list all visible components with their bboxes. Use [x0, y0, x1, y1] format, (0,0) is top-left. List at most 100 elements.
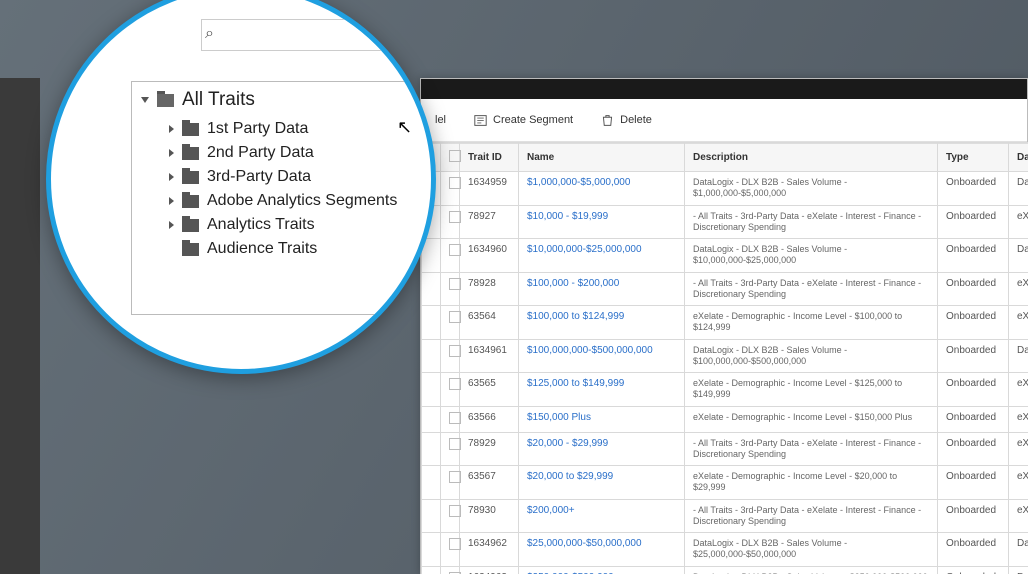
- cell-data-source: DataLogi: [1009, 567, 1028, 574]
- cell-trait-id: 63566: [460, 407, 518, 432]
- table-row[interactable]: 63566$150,000 PluseXelate - Demographic …: [422, 407, 1028, 432]
- row-checkbox[interactable]: [441, 206, 459, 239]
- table-row[interactable]: 63567$20,000 to $29,999eXelate - Demogra…: [422, 466, 1028, 499]
- search-input[interactable]: [201, 19, 403, 51]
- row-checkbox[interactable]: [441, 273, 459, 306]
- row-pad: [422, 500, 440, 533]
- table-row[interactable]: 1634962$25,000,000-$50,000,000DataLogix …: [422, 533, 1028, 566]
- trait-link[interactable]: $200,000+: [527, 505, 575, 516]
- cell-data-source: DataLogi: [1009, 239, 1028, 272]
- checkbox-icon: [449, 177, 461, 189]
- cell-description: - All Traits - 3rd-Party Data - eXelate …: [685, 433, 937, 466]
- table-row[interactable]: 1634961$100,000,000-$500,000,000DataLogi…: [422, 340, 1028, 373]
- tree-item-label: 2nd Party Data: [207, 144, 314, 162]
- row-checkbox[interactable]: [441, 500, 459, 533]
- trait-link[interactable]: $20,000 to $29,999: [527, 471, 613, 482]
- cell-name: $100,000 - $200,000: [519, 273, 684, 306]
- table-header-row: Trait ID Name Description Type Data Sou: [422, 143, 1028, 171]
- trait-link[interactable]: $125,000 to $149,999: [527, 378, 624, 389]
- table-row[interactable]: 78930$200,000+- All Traits - 3rd-Party D…: [422, 500, 1028, 533]
- col-data-source[interactable]: Data Sou: [1009, 143, 1028, 171]
- trait-link[interactable]: $100,000,000-$500,000,000: [527, 345, 653, 356]
- tree-item[interactable]: 1st Party Data: [169, 117, 421, 141]
- cell-trait-id: 78930: [460, 500, 518, 533]
- cell-trait-id: 63564: [460, 306, 518, 339]
- checkbox-icon: [449, 345, 461, 357]
- cell-description: eXelate - Demographic - Income Level - $…: [685, 466, 937, 499]
- tree-item-label: 1st Party Data: [207, 120, 308, 138]
- row-checkbox[interactable]: [441, 407, 459, 432]
- cell-type: Onboarded: [938, 500, 1008, 533]
- row-pad: [422, 533, 440, 566]
- caret-right-icon: [169, 125, 174, 133]
- trait-link[interactable]: $100,000 to $124,999: [527, 311, 624, 322]
- tree-item[interactable]: Analytics Traits: [169, 213, 421, 237]
- trait-link[interactable]: $150,000 Plus: [527, 412, 591, 423]
- caret-right-icon: [169, 173, 174, 181]
- table-row[interactable]: 78927$10,000 - $19,999- All Traits - 3rd…: [422, 206, 1028, 239]
- tree-root-label: All Traits: [182, 89, 255, 111]
- col-check[interactable]: [441, 143, 459, 171]
- checkbox-icon: [449, 244, 461, 256]
- row-checkbox[interactable]: [441, 373, 459, 406]
- traits-panel: lel Create Segment Delete Trait ID Name: [420, 78, 1028, 574]
- checkbox-icon: [449, 150, 461, 162]
- table-row[interactable]: 63565$125,000 to $149,999eXelate - Demog…: [422, 373, 1028, 406]
- trait-link[interactable]: $1,000,000-$5,000,000: [527, 177, 630, 188]
- row-checkbox[interactable]: [441, 466, 459, 499]
- cell-description: DataLogix - DLX B2B - Sales Volume - $25…: [685, 533, 937, 566]
- create-segment-button[interactable]: Create Segment: [474, 114, 573, 127]
- caret-down-icon: [141, 97, 149, 103]
- col-type[interactable]: Type: [938, 143, 1008, 171]
- create-model-button[interactable]: lel: [435, 114, 446, 126]
- cell-type: Onboarded: [938, 239, 1008, 272]
- trash-icon: [601, 114, 614, 127]
- row-checkbox[interactable]: [441, 340, 459, 373]
- delete-button[interactable]: Delete: [601, 114, 652, 127]
- cell-description: eXelate - Demographic - Income Level - $…: [685, 306, 937, 339]
- trait-link[interactable]: $25,000,000-$50,000,000: [527, 538, 642, 549]
- trait-link[interactable]: $100,000 - $200,000: [527, 278, 619, 289]
- cell-trait-id: 78927: [460, 206, 518, 239]
- tree-root-all-traits[interactable]: All Traits: [141, 89, 421, 111]
- toolbar: lel Create Segment Delete: [421, 99, 1027, 142]
- col-trait-id[interactable]: Trait ID: [460, 143, 518, 171]
- trait-link[interactable]: $10,000,000-$25,000,000: [527, 244, 642, 255]
- col-description[interactable]: Description: [685, 143, 937, 171]
- table-row[interactable]: 78929$20,000 - $29,999- All Traits - 3rd…: [422, 433, 1028, 466]
- create-segment-label: Create Segment: [493, 114, 573, 126]
- row-checkbox[interactable]: [441, 172, 459, 205]
- caret-right-icon: [169, 149, 174, 157]
- checkbox-icon: [449, 438, 461, 450]
- row-pad: [422, 466, 440, 499]
- col-name[interactable]: Name: [519, 143, 684, 171]
- trait-link[interactable]: $10,000 - $19,999: [527, 211, 608, 222]
- row-checkbox[interactable]: [441, 533, 459, 566]
- tree-item[interactable]: 3rd-Party Data: [169, 165, 421, 189]
- cell-type: Onboarded: [938, 340, 1008, 373]
- cell-data-source: eXelate: [1009, 466, 1028, 499]
- row-checkbox[interactable]: [441, 306, 459, 339]
- cell-trait-id: 63565: [460, 373, 518, 406]
- table-row[interactable]: 1634960$10,000,000-$25,000,000DataLogix …: [422, 239, 1028, 272]
- trait-link[interactable]: $20,000 - $29,999: [527, 438, 608, 449]
- tree-item[interactable]: Adobe Analytics Segments: [169, 189, 421, 213]
- table-row[interactable]: 78928$100,000 - $200,000- All Traits - 3…: [422, 273, 1028, 306]
- row-pad: [422, 433, 440, 466]
- cell-data-source: eXelate: [1009, 407, 1028, 432]
- table-row[interactable]: 63564 $100,000 to $124,999 eXelate - Demog…: [422, 306, 1028, 339]
- row-checkbox[interactable]: [441, 433, 459, 466]
- model-label: lel: [435, 114, 446, 126]
- cell-type: Onboarded: [938, 407, 1008, 432]
- tree-item[interactable]: Audience Traits: [169, 237, 421, 261]
- cell-data-source: DataLogi: [1009, 340, 1028, 373]
- cell-trait-id: 1634959: [460, 172, 518, 205]
- row-checkbox[interactable]: [441, 567, 459, 574]
- table-row[interactable]: 1634959$1,000,000-$5,000,000DataLogix - …: [422, 172, 1028, 205]
- table-row[interactable]: 1634963$250,000-$500,000DataLogix - DLX …: [422, 567, 1028, 574]
- cell-type: Onboarded: [938, 433, 1008, 466]
- cell-description: DataLogix - DLX B2B - Sales Volume - $10…: [685, 239, 937, 272]
- cell-type: Onboarded: [938, 306, 1008, 339]
- row-checkbox[interactable]: [441, 239, 459, 272]
- tree-item[interactable]: 2nd Party Data: [169, 141, 421, 165]
